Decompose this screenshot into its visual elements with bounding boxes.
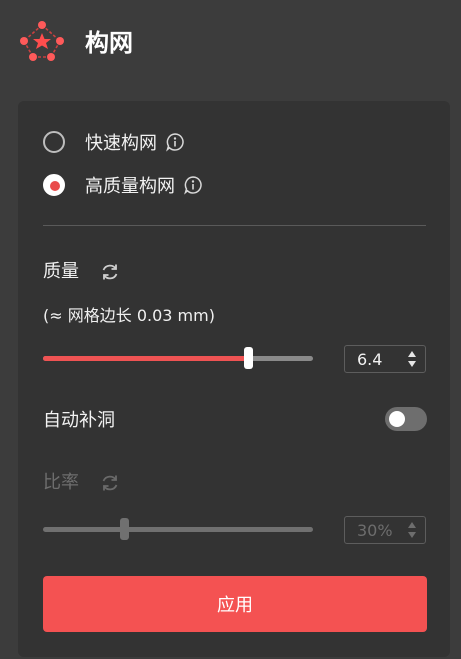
quality-value: 6.4 <box>357 350 383 369</box>
option-high-quality-mesh[interactable]: 高质量构网 <box>43 171 203 199</box>
auto-fill-holes-label: 自动补洞 <box>43 410 115 431</box>
ratio-spinbox[interactable]: 30% <box>344 516 426 544</box>
slider-fill <box>43 356 248 361</box>
ratio-value: 30% <box>357 521 393 540</box>
mesh-logo-icon <box>20 21 64 61</box>
high-quality-mesh-label: 高质量构网 <box>85 176 175 197</box>
edge-length-hint: (≈ 网格边长 0.03 mm) <box>43 306 215 325</box>
up-down-arrows-icon[interactable] <box>407 520 417 540</box>
option-fast-mesh[interactable]: 快速构网 <box>43 128 185 156</box>
ratio-label: 比率 <box>43 472 79 493</box>
quality-spinbox[interactable]: 6.4 <box>344 345 426 373</box>
slider-thumb[interactable] <box>120 518 129 540</box>
refresh-icon[interactable] <box>99 261 121 283</box>
quality-slider[interactable] <box>43 346 313 370</box>
info-icon[interactable] <box>183 175 203 195</box>
apply-button[interactable]: 应用 <box>43 576 427 632</box>
header: 构网 <box>0 0 461 90</box>
fast-mesh-radio[interactable] <box>43 131 65 153</box>
page-title: 构网 <box>85 29 133 57</box>
auto-fill-holes-toggle[interactable] <box>385 407 427 431</box>
divider <box>43 225 426 226</box>
mesh-settings-panel: 快速构网 高质量构网 质量 (≈ 网格边长 0.03 mm) 6.4 自动补洞 … <box>18 101 450 657</box>
up-down-arrows-icon[interactable] <box>407 349 417 369</box>
refresh-icon[interactable] <box>99 472 121 494</box>
fast-mesh-label: 快速构网 <box>85 133 157 154</box>
ratio-slider[interactable] <box>43 517 313 541</box>
toggle-knob <box>389 411 405 427</box>
high-quality-mesh-radio[interactable] <box>43 174 65 196</box>
slider-track <box>43 527 313 532</box>
slider-thumb[interactable] <box>244 347 253 369</box>
info-icon[interactable] <box>165 132 185 152</box>
quality-label: 质量 <box>43 261 79 282</box>
